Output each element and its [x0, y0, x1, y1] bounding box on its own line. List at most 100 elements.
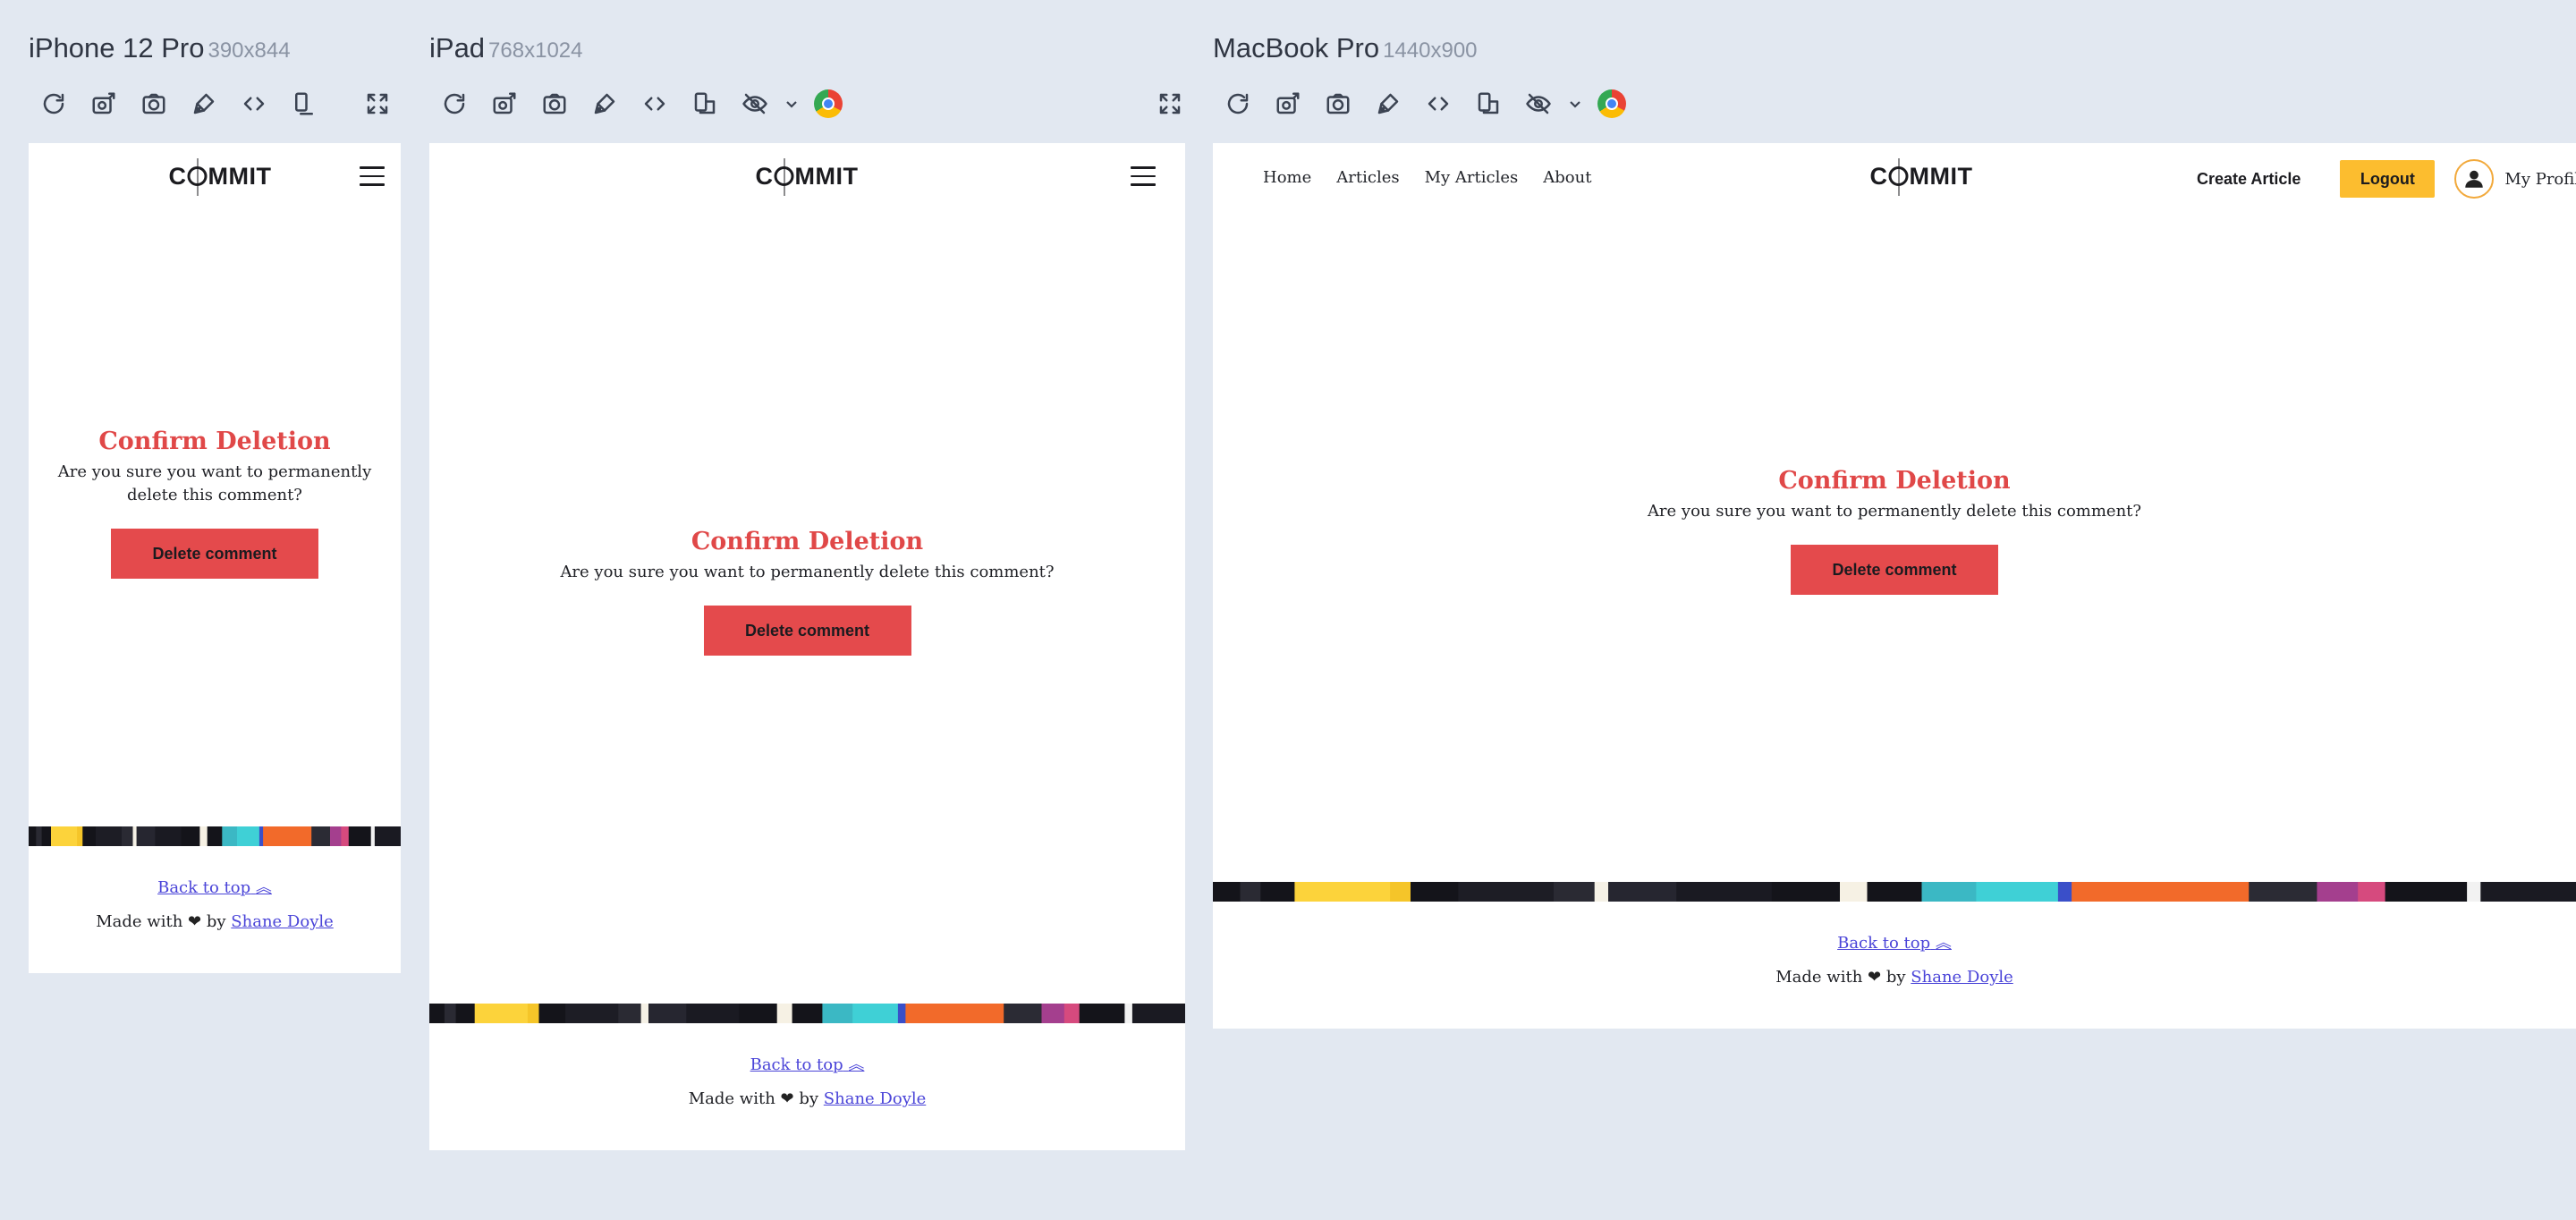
- stripe-segment: [374, 826, 401, 846]
- stripe-segment: [1976, 882, 2059, 902]
- chevrons-up-icon: ︽: [848, 1055, 865, 1074]
- confirm-text: Are you sure you want to permanently del…: [560, 563, 1055, 581]
- stripe-segment: [852, 1004, 899, 1023]
- hide-button[interactable]: [1513, 86, 1563, 122]
- logo-text-post: MMIT: [1909, 163, 1973, 190]
- stripe-segment: [640, 1004, 649, 1023]
- refresh-button[interactable]: [29, 86, 79, 122]
- back-to-top-link[interactable]: Back to top ︽: [750, 1055, 865, 1074]
- extension-button[interactable]: [1587, 86, 1637, 122]
- made-with-text: Made with: [96, 912, 183, 931]
- stripe-segment: [2480, 882, 2576, 902]
- nav-link-about[interactable]: About: [1543, 168, 1591, 187]
- camera-button[interactable]: [1313, 86, 1363, 122]
- code-button[interactable]: [630, 86, 680, 122]
- logo-text-pre: C: [1869, 163, 1888, 190]
- stripe-segment: [776, 1004, 793, 1023]
- rotate-button[interactable]: [279, 86, 329, 122]
- hamburger-menu-icon[interactable]: [360, 166, 385, 188]
- delete-comment-button[interactable]: Delete comment: [1791, 545, 1998, 595]
- delete-comment-button[interactable]: Delete comment: [111, 529, 318, 579]
- screenshot-icon: [92, 92, 115, 114]
- device-label: MacBook Pro 1440x900: [1213, 32, 1478, 64]
- stripe-segment: [82, 826, 97, 846]
- camera-button[interactable]: [530, 86, 580, 122]
- screenshot-button[interactable]: [1263, 86, 1313, 122]
- stripe-segment: [348, 826, 372, 846]
- stripe-segment: [370, 826, 376, 846]
- stripe-segment: [341, 826, 350, 846]
- site-navbar: C MMIT: [429, 143, 1185, 213]
- rotate-button[interactable]: [1463, 86, 1513, 122]
- hide-options-dropdown[interactable]: [1563, 86, 1587, 122]
- site-logo[interactable]: C MMIT: [756, 158, 859, 196]
- stripe-segment: [155, 826, 182, 846]
- refresh-button[interactable]: [429, 86, 479, 122]
- confirm-title: Confirm Deletion: [98, 428, 331, 455]
- paint-button[interactable]: [1363, 86, 1413, 122]
- extension-button[interactable]: [803, 86, 853, 122]
- site-footer: Back to top ︽ Made with ❤ by Shane Doyle: [29, 875, 401, 931]
- delete-comment-button[interactable]: Delete comment: [703, 606, 911, 656]
- stripe-segment: [122, 826, 133, 846]
- screenshot-button[interactable]: [79, 86, 129, 122]
- stripe-segment: [648, 1004, 687, 1023]
- stripe-segment: [2317, 882, 2359, 902]
- stripe-segment: [2358, 882, 2386, 902]
- camera-icon: [1326, 93, 1350, 114]
- device-size: 1440x900: [1383, 38, 1478, 63]
- hide-options-dropdown[interactable]: [780, 86, 803, 122]
- site-footer: Back to top ︽ Made with ❤ by Shane Doyle: [429, 1052, 1185, 1108]
- device-viewport: C MMIT Confirm Deletion Are you sure you …: [429, 143, 1185, 1150]
- device-name: iPad: [429, 32, 486, 64]
- logo-o-icon: [774, 158, 794, 196]
- refresh-icon: [444, 93, 465, 114]
- stripe-segment: [1771, 882, 1841, 902]
- my-profile-link[interactable]: My Profile: [2504, 170, 2576, 189]
- logo-text-post: MMIT: [208, 163, 272, 190]
- stripe-segment: [1294, 882, 1391, 902]
- site-logo[interactable]: C MMIT: [169, 158, 272, 196]
- nav-links: Home Articles My Articles About: [1263, 168, 1591, 187]
- hamburger-menu-icon[interactable]: [1131, 166, 1156, 188]
- paint-button[interactable]: [179, 86, 229, 122]
- logo-o-icon: [1888, 158, 1909, 196]
- code-icon: [243, 97, 265, 111]
- fullscreen-button[interactable]: [352, 86, 402, 122]
- device-name: iPhone 12 Pro: [29, 32, 205, 64]
- nav-link-home[interactable]: Home: [1263, 168, 1311, 187]
- refresh-button[interactable]: [1213, 86, 1263, 122]
- hide-button[interactable]: [730, 86, 780, 122]
- logout-button[interactable]: Logout: [2340, 160, 2436, 198]
- code-icon: [644, 97, 665, 111]
- rotate-button[interactable]: [680, 86, 730, 122]
- stripe-segment: [1676, 882, 1773, 902]
- stripe-segment: [29, 826, 37, 846]
- author-link[interactable]: Shane Doyle: [1911, 968, 2012, 987]
- paint-icon: [193, 93, 215, 114]
- avatar[interactable]: [2454, 159, 2495, 199]
- stripe-segment: [1458, 882, 1555, 902]
- stripe-segment: [263, 826, 312, 846]
- made-with-text: Made with: [1775, 968, 1863, 987]
- code-button[interactable]: [1413, 86, 1463, 122]
- fullscreen-button[interactable]: [1145, 86, 1195, 122]
- stripe-segment: [1608, 882, 1677, 902]
- chevrons-up-icon: ︽: [1935, 934, 1952, 953]
- code-button[interactable]: [229, 86, 279, 122]
- author-link[interactable]: Shane Doyle: [824, 1089, 926, 1108]
- screenshot-button[interactable]: [479, 86, 530, 122]
- stripe-segment: [136, 826, 156, 846]
- back-to-top-link[interactable]: Back to top ︽: [1837, 934, 1952, 953]
- create-article-link[interactable]: Create Article: [2197, 170, 2301, 189]
- back-to-top-link[interactable]: Back to top ︽: [157, 878, 272, 897]
- author-link[interactable]: Shane Doyle: [231, 912, 333, 931]
- camera-button[interactable]: [129, 86, 179, 122]
- extension-icon: [814, 89, 843, 118]
- stripe-segment: [1041, 1004, 1065, 1023]
- by-text: by: [1885, 968, 1906, 987]
- paint-button[interactable]: [580, 86, 630, 122]
- nav-link-articles[interactable]: Articles: [1336, 168, 1399, 187]
- site-logo[interactable]: C MMIT: [1869, 158, 1973, 196]
- nav-link-my-articles[interactable]: My Articles: [1425, 168, 1519, 187]
